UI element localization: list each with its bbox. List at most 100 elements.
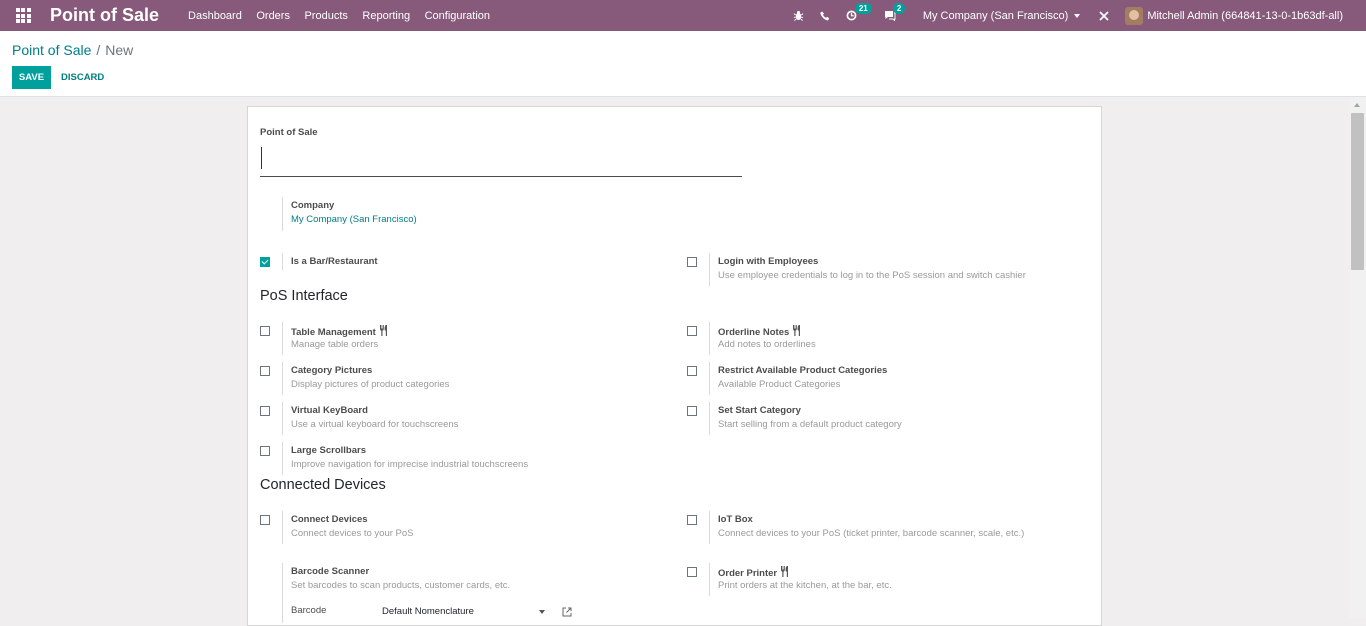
start-category-help: Start selling from a default product cat… bbox=[718, 419, 902, 430]
iot-box-label: IoT Box bbox=[718, 514, 753, 525]
connect-devices-label: Connect Devices bbox=[291, 514, 368, 525]
phone-icon[interactable] bbox=[820, 11, 830, 21]
iot-box-checkbox[interactable] bbox=[687, 515, 697, 525]
iot-box-help: Connect devices to your PoS (ticket prin… bbox=[718, 528, 1025, 539]
systray: 21 2 My Company (San Francisco) Mitchell… bbox=[793, 0, 1366, 31]
divider bbox=[282, 197, 283, 231]
restrict-categories-checkbox[interactable] bbox=[687, 366, 697, 376]
caret-down-icon bbox=[1074, 13, 1081, 18]
divider bbox=[709, 402, 710, 435]
login-employees-label: Login with Employees bbox=[718, 256, 819, 267]
discard-button[interactable]: DISCARD bbox=[57, 66, 108, 89]
start-category-checkbox[interactable] bbox=[687, 406, 697, 416]
breadcrumb-parent[interactable]: Point of Sale bbox=[12, 42, 91, 58]
divider bbox=[709, 511, 710, 544]
barcode-nomenclature-value: Default Nomenclature bbox=[382, 606, 474, 617]
orderline-notes-help: Add notes to orderlines bbox=[718, 339, 816, 350]
barcode-nomenclature-select[interactable]: Default Nomenclature bbox=[382, 606, 545, 617]
table-management-checkbox[interactable] bbox=[260, 326, 270, 336]
app-brand[interactable]: Point of Sale bbox=[50, 5, 159, 26]
is-bar-label: Is a Bar/Restaurant bbox=[291, 256, 378, 267]
order-printer-help: Print orders at the kitchen, at the bar,… bbox=[718, 580, 892, 591]
menu-orders[interactable]: Orders bbox=[256, 10, 290, 22]
caret-down-icon bbox=[538, 609, 545, 614]
virtual-keyboard-checkbox[interactable] bbox=[260, 406, 270, 416]
restaurant-icon bbox=[379, 325, 387, 336]
divider bbox=[282, 511, 283, 544]
barcode-scanner-label: Barcode Scanner bbox=[291, 566, 370, 577]
large-scrollbars-help: Improve navigation for imprecise industr… bbox=[291, 459, 529, 470]
activity-count-badge: 21 bbox=[854, 3, 872, 14]
breadcrumb-current: New bbox=[105, 42, 134, 58]
table-management-help: Manage table orders bbox=[291, 339, 379, 350]
is-bar-checkbox[interactable] bbox=[260, 257, 270, 267]
company-field[interactable]: My Company (San Francisco) bbox=[291, 214, 417, 225]
form-sheet: Point of Sale Company My Company (San Fr… bbox=[247, 106, 1102, 626]
menu-products[interactable]: Products bbox=[304, 10, 347, 22]
user-name: Mitchell Admin (664841-13-0-1b63df-all) bbox=[1147, 9, 1343, 22]
tools-icon[interactable] bbox=[1099, 10, 1109, 21]
divider bbox=[282, 442, 283, 475]
login-employees-help: Use employee credentials to log in to th… bbox=[718, 270, 1026, 281]
scrollbar-thumb[interactable] bbox=[1351, 113, 1364, 270]
menu-reporting[interactable]: Reporting bbox=[362, 10, 410, 22]
pos-name-label: Point of Sale bbox=[260, 127, 318, 138]
bug-icon[interactable] bbox=[793, 10, 804, 21]
company-switcher[interactable]: My Company (San Francisco) bbox=[923, 10, 1081, 22]
divider bbox=[709, 253, 710, 286]
divider bbox=[282, 563, 283, 623]
messages-icon[interactable]: 2 bbox=[884, 3, 906, 21]
text-cursor bbox=[261, 147, 262, 169]
avatar bbox=[1125, 6, 1144, 25]
table-management-title: Table Management bbox=[291, 325, 389, 338]
user-menu[interactable]: Mitchell Admin (664841-13-0-1b63df-all) bbox=[1125, 6, 1343, 25]
divider bbox=[709, 362, 710, 395]
category-pictures-label: Category Pictures bbox=[291, 365, 373, 376]
breadcrumb-separator: / bbox=[96, 42, 101, 58]
orderline-notes-checkbox[interactable] bbox=[687, 326, 697, 336]
breadcrumb: Point of Sale / New bbox=[12, 42, 133, 58]
divider bbox=[282, 253, 283, 270]
category-pictures-checkbox[interactable] bbox=[260, 366, 270, 376]
divider bbox=[282, 362, 283, 395]
company-name: My Company (San Francisco) bbox=[922, 9, 1069, 22]
main-navbar: Point of Sale Dashboard Orders Products … bbox=[0, 0, 1366, 31]
save-button[interactable]: SAVE bbox=[12, 66, 51, 89]
barcode-scanner-help: Set barcodes to scan products, customer … bbox=[291, 580, 511, 591]
virtual-keyboard-help: Use a virtual keyboard for touchscreens bbox=[291, 419, 459, 430]
messages-count-badge: 2 bbox=[892, 3, 906, 14]
order-printer-label: Order Printer bbox=[718, 568, 778, 579]
connect-devices-checkbox[interactable] bbox=[260, 515, 270, 525]
order-printer-checkbox[interactable] bbox=[687, 567, 697, 577]
divider bbox=[709, 322, 710, 355]
table-management-label: Table Management bbox=[291, 327, 376, 338]
restrict-categories-label: Restrict Available Product Categories bbox=[718, 365, 888, 376]
scroll-up-arrow-icon[interactable] bbox=[1354, 103, 1360, 107]
top-menu: Dashboard Orders Products Reporting Conf… bbox=[188, 10, 505, 22]
company-label: Company bbox=[291, 200, 335, 211]
menu-configuration[interactable]: Configuration bbox=[425, 10, 490, 22]
menu-dashboard[interactable]: Dashboard bbox=[188, 10, 242, 22]
restaurant-icon bbox=[793, 325, 801, 336]
external-link-icon[interactable] bbox=[562, 607, 572, 617]
orderline-notes-title: Orderline Notes bbox=[718, 325, 802, 338]
connect-devices-help: Connect devices to your PoS bbox=[291, 528, 414, 539]
page-scrollbar[interactable] bbox=[1349, 97, 1366, 618]
restaurant-icon bbox=[781, 566, 789, 577]
pos-interface-heading: PoS Interface bbox=[260, 288, 348, 304]
divider bbox=[282, 402, 283, 435]
large-scrollbars-label: Large Scrollbars bbox=[291, 445, 366, 456]
connected-devices-heading: Connected Devices bbox=[260, 477, 386, 493]
control-panel: Point of Sale / New SAVE DISCARD bbox=[0, 31, 1366, 97]
divider bbox=[282, 322, 283, 355]
pos-name-input[interactable] bbox=[260, 143, 742, 177]
virtual-keyboard-label: Virtual KeyBoard bbox=[291, 405, 368, 416]
divider bbox=[709, 563, 710, 596]
start-category-label: Set Start Category bbox=[718, 405, 801, 416]
large-scrollbars-checkbox[interactable] bbox=[260, 446, 270, 456]
activity-icon[interactable]: 21 bbox=[846, 3, 872, 21]
apps-menu-icon[interactable] bbox=[0, 0, 46, 31]
barcode-nomenclature-label: Barcode bbox=[291, 605, 327, 616]
login-employees-checkbox[interactable] bbox=[687, 257, 697, 267]
restrict-categories-help: Available Product Categories bbox=[718, 379, 841, 390]
